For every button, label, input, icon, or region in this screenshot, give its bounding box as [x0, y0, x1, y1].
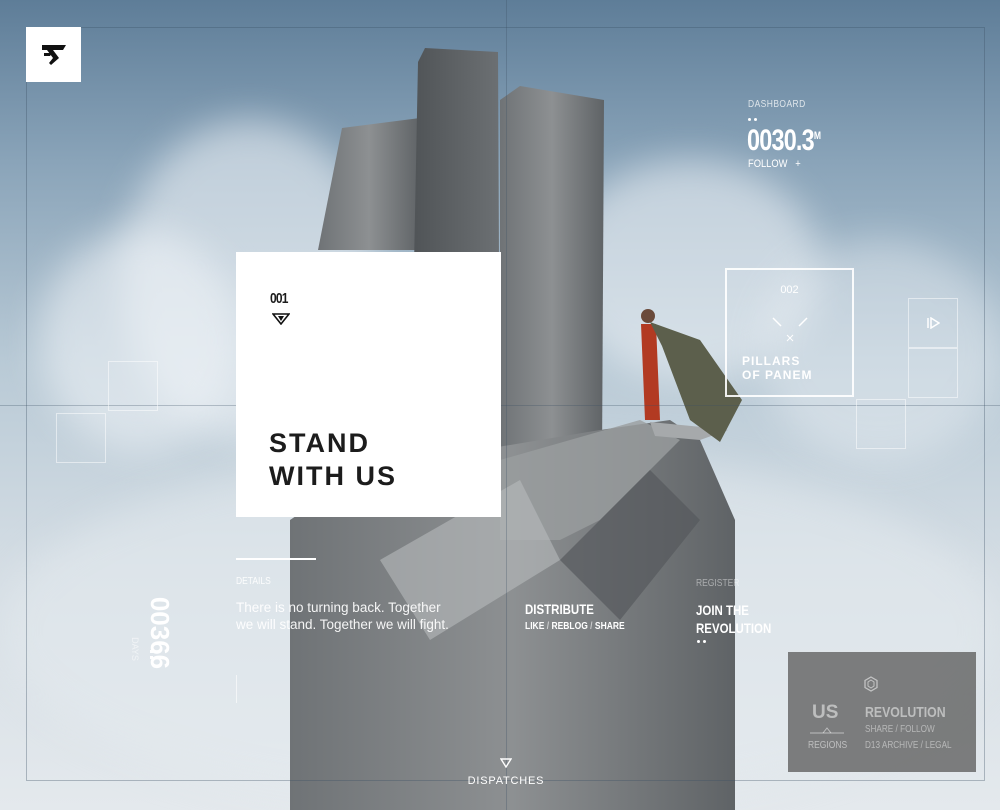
regions-link[interactable]: REGIONS	[808, 740, 847, 751]
follow-label: FOLLOW	[748, 158, 788, 170]
dashboard-unit: M	[813, 130, 821, 142]
details-rule	[236, 558, 316, 560]
revolution-links-1[interactable]: SHARE / FOLLOW	[865, 724, 935, 735]
distribute-title: DISTRIBUTE	[525, 601, 594, 617]
pillars-panel[interactable]: 002 PILLARS OF PANEM	[725, 268, 854, 397]
follow-link[interactable]: FOLLOW +	[748, 158, 801, 170]
days-colon	[150, 650, 153, 653]
deco-square	[856, 399, 906, 449]
join-revolution-link[interactable]: JOIN THE REVOLUTION	[696, 601, 771, 637]
plus-icon: +	[795, 158, 801, 170]
share-link[interactable]: SHARE	[595, 621, 625, 632]
deco-square	[108, 361, 158, 411]
dashboard-dots	[748, 118, 760, 122]
join-line2: REVOLUTION	[696, 620, 772, 636]
feature-title-line1: STAND	[269, 428, 370, 458]
details-divider	[236, 675, 237, 703]
join-dots	[697, 640, 709, 644]
brand-logo[interactable]	[26, 27, 81, 82]
join-line1: JOIN THE	[696, 602, 749, 618]
revolution-panel: US REGIONS REVOLUTION SHARE / FOLLOW D13…	[788, 652, 976, 772]
deco-square	[908, 348, 958, 398]
dashboard-label: DASHBOARD	[748, 99, 806, 110]
register-label: REGISTER	[696, 578, 740, 589]
dashboard-number: 0030.3	[747, 124, 815, 157]
pillars-title: PILLARS OF PANEM	[742, 354, 812, 382]
hexagon-icon	[864, 676, 878, 692]
days-colon	[150, 656, 153, 659]
feature-card[interactable]: 001 STAND WITH US	[236, 252, 501, 517]
caret-up-icon	[810, 727, 844, 734]
feature-title-line2: WITH US	[269, 461, 397, 491]
play-button[interactable]	[908, 298, 958, 348]
pillars-line2: OF PANEM	[742, 368, 813, 382]
triangle-down-icon	[500, 758, 512, 768]
days-number: 00366	[145, 596, 175, 670]
triangle-logo-icon	[272, 313, 290, 325]
revolution-links-2[interactable]: D13 ARCHIVE / LEGAL	[865, 740, 952, 751]
us-label[interactable]: US	[812, 702, 838, 724]
pillars-number: 002	[780, 284, 799, 296]
feature-number: 001	[270, 290, 288, 307]
dispatches-link[interactable]: DISPATCHES	[456, 775, 556, 787]
revolution-title: REVOLUTION	[865, 704, 946, 721]
pillars-line1: PILLARS	[742, 354, 801, 368]
distribute-links: LIKE / REBLOG / SHARE	[525, 621, 625, 632]
deco-square	[56, 413, 106, 463]
details-label: DETAILS	[236, 576, 271, 587]
like-link[interactable]: LIKE	[525, 621, 544, 632]
separator: /	[546, 621, 550, 632]
reblog-link[interactable]: REBLOG	[551, 621, 587, 632]
details-text: There is no turning back. Together we wi…	[236, 600, 449, 632]
chevron-icon	[772, 317, 808, 342]
brand-logo-icon	[41, 44, 66, 65]
play-icon	[927, 317, 940, 329]
days-label: DAYS	[130, 637, 140, 661]
days-counter: 00366 DAYS	[120, 597, 190, 669]
feature-title: STAND WITH US	[269, 427, 397, 493]
separator: /	[590, 621, 593, 632]
dashboard-value: 0030.3M	[747, 124, 821, 158]
